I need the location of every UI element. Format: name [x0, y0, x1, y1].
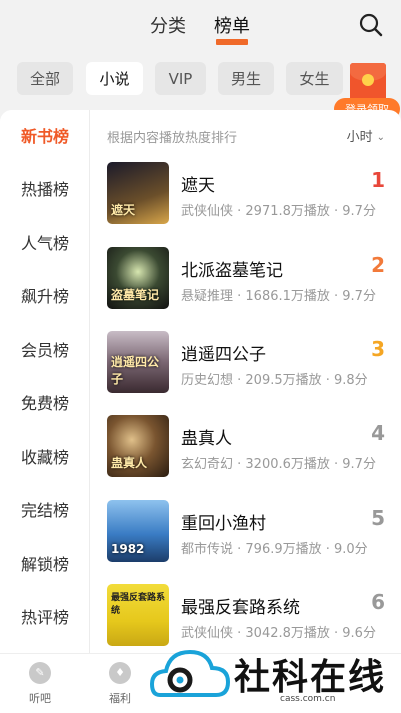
search-icon[interactable] — [358, 12, 384, 38]
chip-all[interactable]: 全部 — [17, 62, 73, 95]
sidebar-item-popular[interactable]: 人气榜 — [0, 229, 90, 259]
rank-number: 1 — [371, 168, 385, 192]
tab-rankings[interactable]: 榜单 — [214, 12, 250, 45]
sidebar-item-favorites[interactable]: 收藏榜 — [0, 443, 90, 473]
book-title: 重回小渔村 — [181, 514, 266, 534]
rank-number: 4 — [371, 421, 385, 445]
book-title: 蛊真人 — [181, 429, 232, 449]
book-cover: 蛊真人 — [107, 415, 169, 477]
sidebar-item-new-books[interactable]: 新书榜 — [0, 122, 90, 152]
sidebar-item-hot-play[interactable]: 热播榜 — [0, 175, 90, 205]
book-cover: 遮天 — [107, 162, 169, 224]
sort-dropdown[interactable]: 小时 ⌄ — [347, 126, 385, 145]
nav-label: 听吧 — [29, 692, 51, 705]
book-row[interactable]: 1982 重回小渔村 都市传说 · 796.9万播放 · 9.0分 5 — [91, 500, 401, 570]
ranking-list: 根据内容播放热度排行 小时 ⌄ 遮天 遮天 武侠仙侠 · 2971.8万播放 · … — [91, 110, 401, 653]
active-tab-indicator — [216, 39, 248, 45]
nav-label: 福利 — [109, 692, 131, 705]
nav-item-listen[interactable]: ✎ 听吧 — [10, 662, 70, 706]
book-meta: 悬疑推理 · 1686.1万播放 · 9.7分 — [181, 289, 376, 304]
book-cover: 1982 — [107, 500, 169, 562]
category-chips: 全部 小说 VIP 男生 女生 — [0, 62, 401, 98]
watermark-url: cass.com.cn — [280, 694, 336, 704]
nav-item-welfare[interactable]: ♦ 福利 — [90, 662, 150, 706]
sidebar-item-member[interactable]: 会员榜 — [0, 336, 90, 366]
book-row[interactable]: 盗墓笔记 北派盗墓笔记 悬疑推理 · 1686.1万播放 · 9.7分 2 — [91, 247, 401, 317]
rank-number: 5 — [371, 506, 385, 530]
gift-icon: ♦ — [109, 662, 131, 684]
sidebar-item-unlock[interactable]: 解锁榜 — [0, 550, 90, 580]
book-row[interactable]: 逍遥四公子 逍遥四公子 历史幻想 · 209.5万播放 · 9.8分 3 — [91, 331, 401, 401]
chip-vip[interactable]: VIP — [155, 62, 206, 95]
compass-icon: ✎ — [29, 662, 51, 684]
book-title: 北派盗墓笔记 — [181, 261, 283, 281]
book-cover: 盗墓笔记 — [107, 247, 169, 309]
tab-rankings-label: 榜单 — [214, 16, 250, 37]
book-title: 逍遥四公子 — [181, 345, 266, 365]
list-description: 根据内容播放热度排行 — [107, 131, 238, 146]
rank-number: 2 — [371, 253, 385, 277]
rank-number: 6 — [371, 590, 385, 614]
ranking-panel: 新书榜 热播榜 人气榜 飙升榜 会员榜 免费榜 收藏榜 完结榜 解锁榜 热评榜 … — [0, 110, 401, 653]
book-row[interactable]: 遮天 遮天 武侠仙侠 · 2971.8万播放 · 9.7分 1 — [91, 162, 401, 232]
rank-number: 3 — [371, 337, 385, 361]
top-bar: 分类 榜单 — [0, 0, 401, 50]
book-cover: 逍遥四公子 — [107, 331, 169, 393]
book-meta: 武侠仙侠 · 3042.8万播放 · 9.6分 — [181, 626, 376, 641]
chip-female[interactable]: 女生 — [286, 62, 343, 95]
book-meta: 玄幻奇幻 · 3200.6万播放 · 9.7分 — [181, 457, 376, 472]
book-cover: 最强反套路系统 — [107, 584, 169, 646]
ranking-sidebar: 新书榜 热播榜 人气榜 飙升榜 会员榜 免费榜 收藏榜 完结榜 解锁榜 热评榜 — [0, 110, 90, 653]
sort-label: 小时 — [346, 130, 373, 145]
chip-male[interactable]: 男生 — [218, 62, 274, 95]
sidebar-item-rising[interactable]: 飙升榜 — [0, 282, 90, 312]
sidebar-item-completed[interactable]: 完结榜 — [0, 496, 90, 526]
book-title: 最强反套路系统 — [181, 598, 300, 618]
book-title: 遮天 — [181, 176, 215, 196]
sidebar-item-free[interactable]: 免费榜 — [0, 389, 90, 419]
book-meta: 都市传说 · 796.9万播放 · 9.0分 — [181, 542, 368, 557]
sidebar-item-reviews[interactable]: 热评榜 — [0, 603, 90, 633]
book-row[interactable]: 蛊真人 蛊真人 玄幻奇幻 · 3200.6万播放 · 9.7分 4 — [91, 415, 401, 485]
chevron-down-icon: ⌄ — [376, 132, 385, 143]
chip-novel[interactable]: 小说 — [86, 62, 143, 95]
tab-categories[interactable]: 分类 — [150, 12, 186, 38]
book-meta: 历史幻想 · 209.5万播放 · 9.8分 — [181, 373, 368, 388]
book-meta: 武侠仙侠 · 2971.8万播放 · 9.7分 — [181, 204, 376, 219]
watermark-text: 社科在线 — [234, 657, 387, 698]
